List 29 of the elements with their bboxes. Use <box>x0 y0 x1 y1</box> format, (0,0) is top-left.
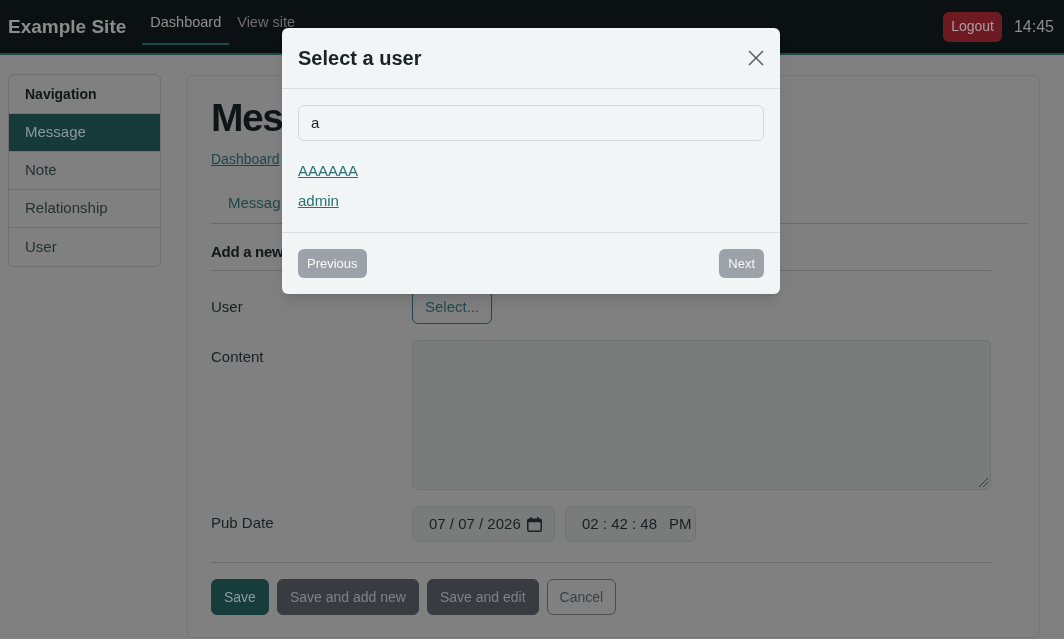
action-button[interactable]: Cancel <box>546 579 617 615</box>
breadcrumb-link[interactable]: Dashboard <box>211 147 280 171</box>
calendar-icon <box>526 516 542 532</box>
page-heading: Mes <box>211 95 283 141</box>
action-button[interactable]: Save <box>211 579 269 615</box>
date-field[interactable]: 07 / 07 / 2026 <box>412 506 555 542</box>
sidebar-item[interactable]: User <box>9 228 160 266</box>
close-button[interactable] <box>748 50 764 66</box>
clock-time: 14:45 <box>1013 16 1054 37</box>
close-icon <box>748 50 764 66</box>
sidebar-item[interactable]: Message <box>9 114 160 152</box>
field-label: Content <box>211 348 264 365</box>
field-label: User <box>211 298 243 315</box>
field-label: Pub Date <box>211 514 274 531</box>
resize-handle-icon <box>979 478 988 487</box>
nav-link[interactable]: View site <box>229 0 303 45</box>
time-field[interactable]: 02 : 42 : 48 PM <box>565 506 696 542</box>
modal-title: Select a user <box>298 46 422 71</box>
action-button[interactable]: Save and add new <box>276 579 419 615</box>
site-title[interactable]: Example Site <box>8 14 127 39</box>
sidebar-item[interactable]: Note <box>9 152 160 190</box>
result-link[interactable]: AAAAAA <box>298 159 359 183</box>
logout-button[interactable]: Logout <box>943 11 1002 42</box>
nav-link[interactable]: Dashboard <box>142 0 230 45</box>
action-button[interactable]: Save and edit <box>426 579 539 615</box>
result-link[interactable]: admin <box>298 189 339 213</box>
sidebar-item[interactable]: Relationship <box>9 190 160 228</box>
search-field[interactable]: a <box>298 105 764 141</box>
section-title: Add a new <box>211 243 284 260</box>
